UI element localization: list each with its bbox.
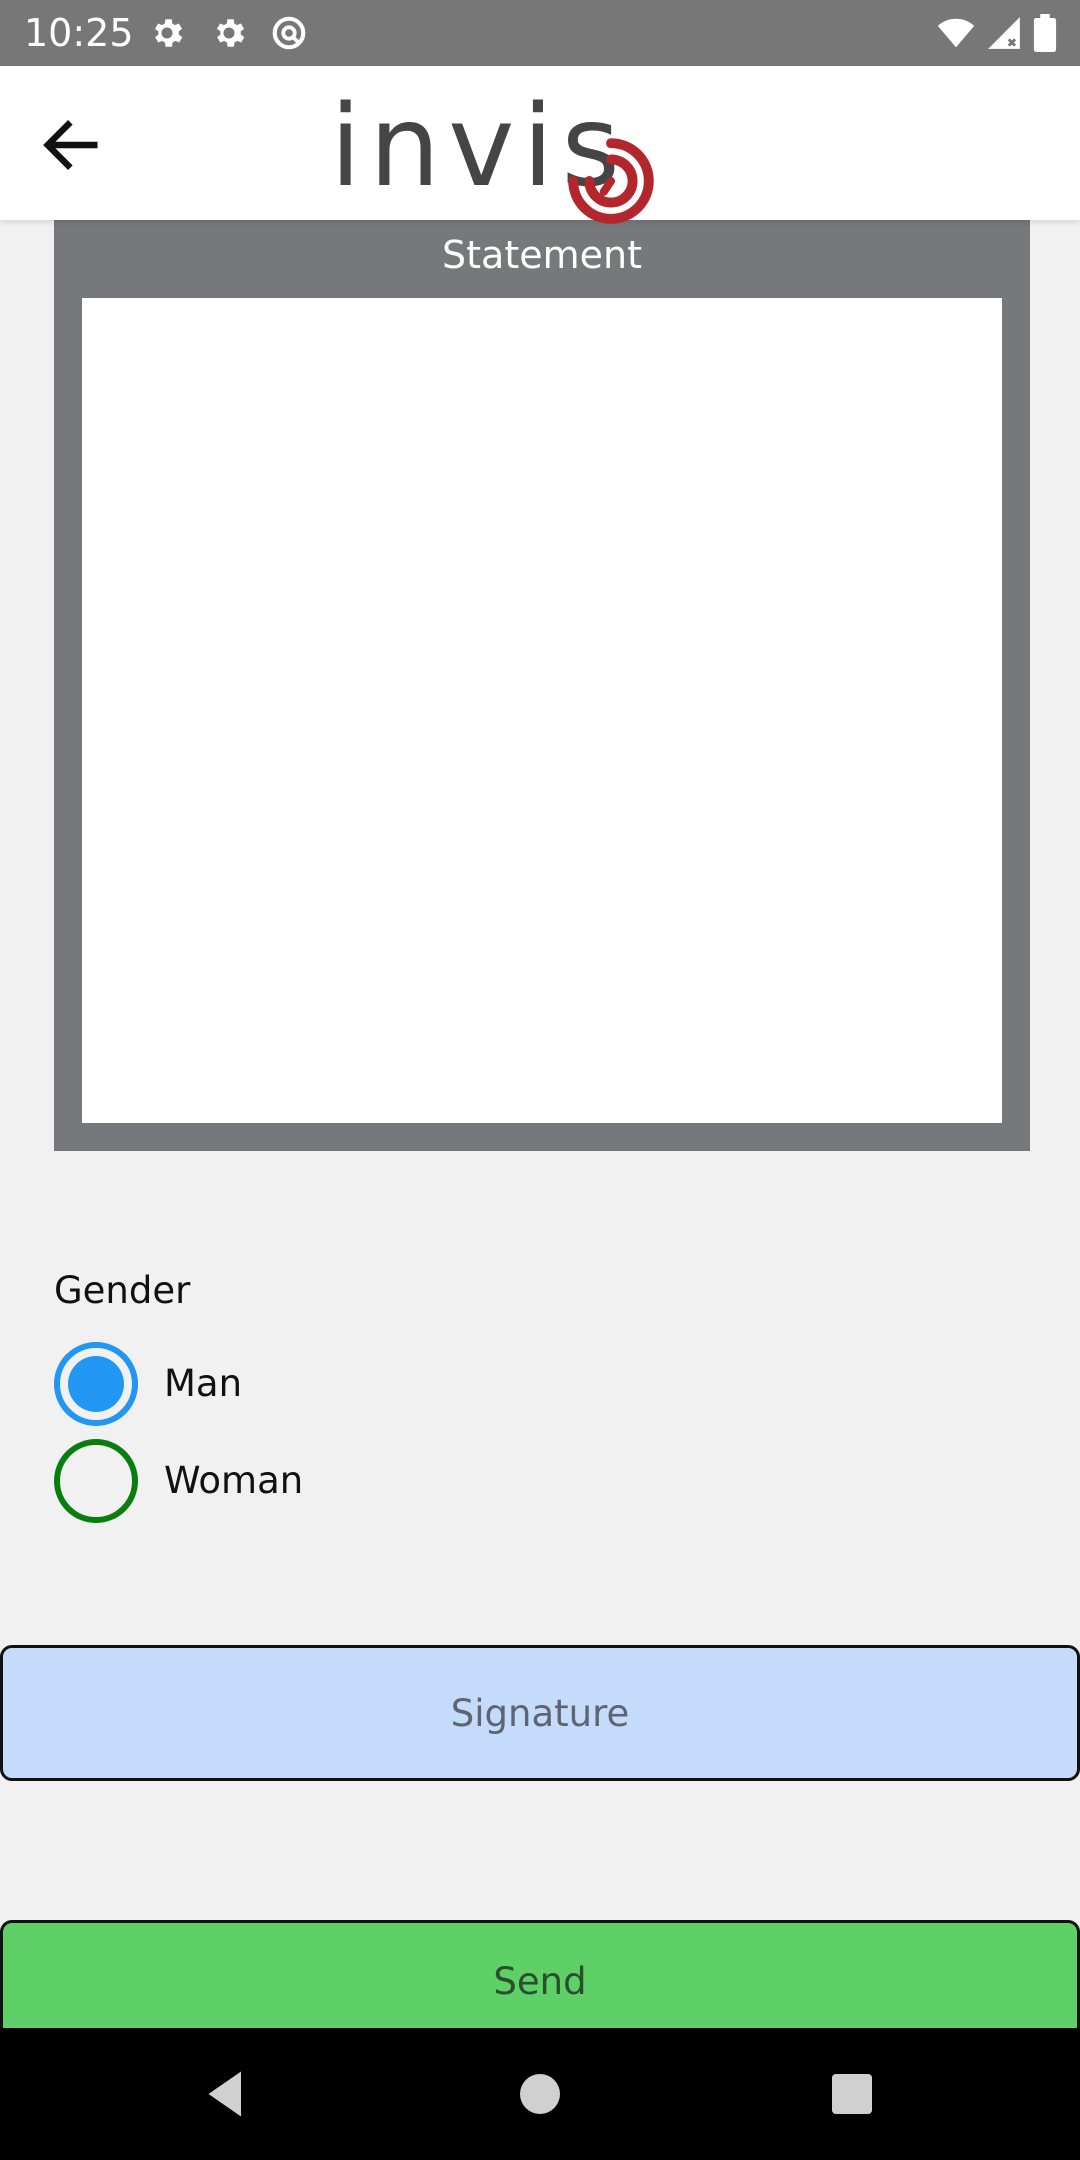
wifi-icon <box>937 18 975 48</box>
radio-option-woman[interactable]: Woman <box>54 1439 654 1523</box>
status-bar: 10:25 <box>0 0 1080 66</box>
inviso-logo: invis <box>330 91 654 224</box>
statement-panel: Statement <box>54 220 1030 1151</box>
at-sign-icon <box>272 16 306 50</box>
radio-label-woman: Woman <box>164 1459 304 1502</box>
battery-icon <box>1033 14 1057 52</box>
app-header: invis <box>0 66 1080 224</box>
radio-dot <box>68 1356 124 1412</box>
navigation-bar <box>0 2028 1080 2160</box>
radio-label-man: Man <box>164 1362 243 1405</box>
back-arrow-icon[interactable] <box>36 110 106 180</box>
home-circle-icon[interactable] <box>510 2064 570 2124</box>
logo-mark-icon <box>568 138 654 224</box>
recents-square-icon[interactable] <box>822 2064 882 2124</box>
signature-button[interactable]: Signature <box>0 1645 1080 1781</box>
radio-option-man[interactable]: Man <box>54 1342 654 1426</box>
radio-unchecked-icon[interactable] <box>54 1439 138 1523</box>
signal-icon <box>988 17 1020 49</box>
gender-label: Gender <box>54 1269 191 1312</box>
gear-icon <box>216 19 245 47</box>
statement-title: Statement <box>442 233 642 277</box>
radio-checked-icon[interactable] <box>54 1342 138 1426</box>
statement-input[interactable] <box>82 298 1002 1123</box>
gear-icon <box>154 19 183 47</box>
status-time: 10:25 <box>24 11 134 55</box>
back-triangle-icon[interactable] <box>196 2064 256 2124</box>
